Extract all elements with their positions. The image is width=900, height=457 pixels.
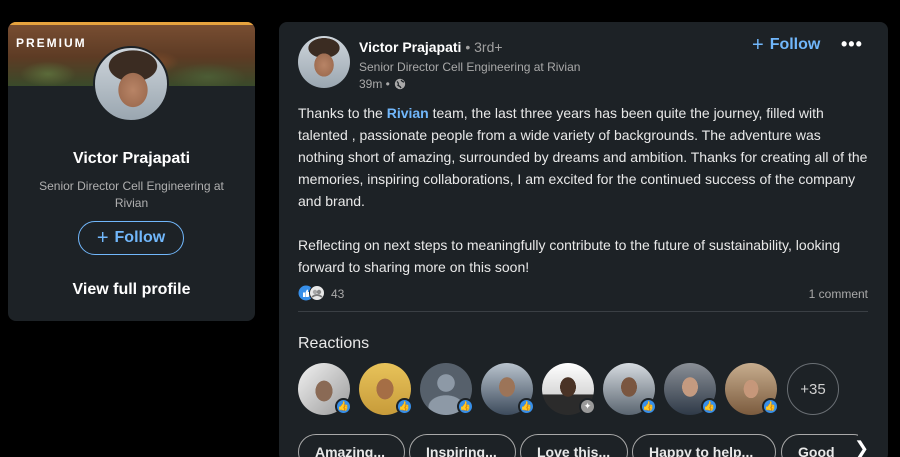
suggested-comment-chip[interactable]: Good — [781, 434, 858, 457]
reactor-avatar[interactable]: 👍 — [664, 363, 718, 415]
post-paragraph-2: Reflecting on next steps to meaningfully… — [298, 237, 841, 275]
view-full-profile-link[interactable]: View full profile — [8, 281, 255, 299]
post-card: Victor Prajapati • 3rd+ Senior Director … — [279, 22, 888, 457]
reactor-avatar[interactable]: ✦ — [542, 363, 596, 415]
profile-card: PREMIUM Victor Prajapati Senior Director… — [8, 22, 255, 321]
globe-icon — [394, 78, 406, 90]
mention-link[interactable]: Rivian — [387, 105, 429, 121]
post-text: Thanks to the Rivian team, the last thre… — [298, 102, 868, 278]
follow-label: Follow — [114, 229, 166, 246]
like-icon: 👍 — [762, 398, 779, 415]
reaction-icons[interactable] — [298, 285, 326, 301]
chevron-right-icon[interactable]: ❯ — [854, 438, 869, 457]
like-icon: 👍 — [396, 398, 413, 415]
divider — [298, 311, 868, 312]
post-text-intro: Thanks to the — [298, 105, 387, 121]
social-counts: 43 1 comment — [298, 284, 868, 304]
post-paragraph-1: Thanks to the Rivian team, the last thre… — [298, 102, 868, 212]
follow-button[interactable]: + Follow — [78, 221, 184, 255]
more-reactors-button[interactable]: +35 — [787, 363, 839, 415]
plus-icon: + — [752, 34, 764, 56]
reactor-avatar[interactable]: 👍 — [481, 363, 535, 415]
comment-count[interactable]: 1 comment — [809, 287, 868, 301]
plus-icon: + — [96, 227, 109, 249]
post-author-line: Victor Prajapati • 3rd+ — [359, 39, 503, 55]
premium-accent-line — [8, 22, 255, 25]
post-timestamp: 39m • — [359, 77, 406, 91]
post-author-name[interactable]: Victor Prajapati — [359, 39, 461, 55]
like-icon: 👍 — [518, 398, 535, 415]
premium-badge: PREMIUM — [16, 36, 87, 50]
post-follow-label: Follow — [769, 36, 821, 53]
reaction-count[interactable]: 43 — [331, 287, 344, 301]
suggested-comment-chip[interactable]: Inspiring... — [409, 434, 516, 457]
profile-headline: Senior Director Cell Engineering at Rivi… — [39, 179, 224, 210]
reactor-avatar[interactable]: 👍 — [603, 363, 657, 415]
celebrate-icon: ✦ — [579, 398, 596, 415]
post-time: 39m • — [359, 77, 390, 91]
like-icon: 👍 — [640, 398, 657, 415]
profile-name[interactable]: Victor Prajapati — [8, 150, 255, 168]
connection-degree: • 3rd+ — [465, 39, 503, 55]
suggested-comment-chip[interactable]: Amazing... — [298, 434, 405, 457]
reactor-avatar[interactable]: 👍 — [725, 363, 779, 415]
post-author-avatar[interactable] — [298, 36, 350, 88]
reactor-avatar[interactable]: 👍 — [420, 363, 474, 415]
reactions-heading: Reactions — [298, 335, 370, 352]
avatar[interactable] — [93, 46, 169, 122]
post-author-headline: Senior Director Cell Engineering at Rivi… — [359, 60, 581, 74]
like-icon: 👍 — [457, 398, 474, 415]
reactor-avatar[interactable]: 👍 — [359, 363, 413, 415]
more-options-icon[interactable]: ••• — [841, 34, 863, 55]
suggested-comment-chip[interactable]: Love this... — [520, 434, 628, 457]
like-icon: 👍 — [701, 398, 718, 415]
suggested-comments: Amazing... Inspiring... Love this... Hap… — [298, 434, 858, 457]
like-icon: 👍 — [335, 398, 352, 415]
suggested-comment-chip[interactable]: Happy to help... — [632, 434, 776, 457]
post-follow-button[interactable]: + Follow — [752, 35, 820, 55]
reactor-avatar[interactable]: 👍 — [298, 363, 352, 415]
